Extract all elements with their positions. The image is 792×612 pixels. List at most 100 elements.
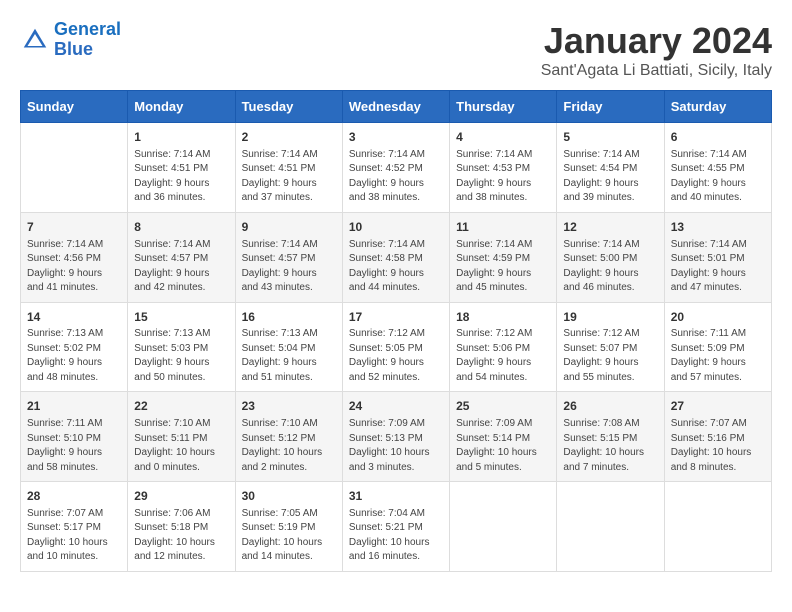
day-number: 7 — [27, 219, 121, 236]
day-info: Sunrise: 7:14 AM Sunset: 4:51 PM Dayligh… — [134, 148, 228, 206]
week-row-5: 28 Sunrise: 7:07 AM Sunset: 5:17 PM Dayli… — [21, 482, 772, 572]
day-number: 5 — [563, 129, 657, 146]
day-number: 2 — [242, 129, 336, 146]
day-info: Sunrise: 7:14 AM Sunset: 4:55 PM Dayligh… — [671, 148, 765, 206]
calendar-cell: 22Sunrise: 7:10 AM Sunset: 5:11 PM Dayli… — [128, 392, 235, 482]
day-number: 26 — [563, 398, 657, 415]
day-number: 24 — [349, 398, 443, 415]
calendar-cell: 28 Sunrise: 7:07 AM Sunset: 5:17 PM Dayli… — [21, 482, 128, 572]
day-number: 28 — [27, 488, 121, 505]
calendar-cell — [664, 482, 771, 572]
calendar-cell: 4 Sunrise: 7:14 AM Sunset: 4:53 PM Daylig… — [450, 123, 557, 213]
day-number: 9 — [242, 219, 336, 236]
calendar-cell: 31 Sunrise: 7:04 AM Sunset: 5:21 PM Dayli… — [342, 482, 449, 572]
day-info: Sunrise: 7:09 AM Sunset: 5:13 PM Dayligh… — [349, 417, 443, 475]
calendar-cell: 19Sunrise: 7:12 AM Sunset: 5:07 PM Dayli… — [557, 302, 664, 392]
day-info: Sunrise: 7:14 AM Sunset: 4:56 PM Dayligh… — [27, 238, 121, 296]
calendar-cell: 21Sunrise: 7:11 AM Sunset: 5:10 PM Dayli… — [21, 392, 128, 482]
calendar-cell: 24 Sunrise: 7:09 AM Sunset: 5:13 PM Dayli… — [342, 392, 449, 482]
day-info: Sunrise: 7:14 AM Sunset: 4:57 PM Dayligh… — [134, 238, 228, 296]
day-number: 31 — [349, 488, 443, 505]
day-info: Sunrise: 7:14 AM Sunset: 4:52 PM Dayligh… — [349, 148, 443, 206]
day-info: Sunrise: 7:13 AM Sunset: 5:02 PM Dayligh… — [27, 327, 121, 385]
logo-icon — [20, 25, 50, 55]
day-number: 4 — [456, 129, 550, 146]
header: General Blue January 2024 Sant'Agata Li … — [20, 20, 772, 80]
header-monday: Monday — [128, 91, 235, 123]
day-number: 20 — [671, 309, 765, 326]
header-saturday: Saturday — [664, 91, 771, 123]
calendar-cell — [557, 482, 664, 572]
calendar-cell: 20Sunrise: 7:11 AM Sunset: 5:09 PM Dayli… — [664, 302, 771, 392]
day-number: 12 — [563, 219, 657, 236]
header-sunday: Sunday — [21, 91, 128, 123]
day-number: 21 — [27, 398, 121, 415]
day-info: Sunrise: 7:14 AM Sunset: 4:54 PM Dayligh… — [563, 148, 657, 206]
day-number: 8 — [134, 219, 228, 236]
day-info: Sunrise: 7:05 AM Sunset: 5:19 PM Dayligh… — [242, 507, 336, 565]
day-number: 16 — [242, 309, 336, 326]
day-number: 1 — [134, 129, 228, 146]
day-info: Sunrise: 7:13 AM Sunset: 5:03 PM Dayligh… — [134, 327, 228, 385]
header-wednesday: Wednesday — [342, 91, 449, 123]
calendar-cell: 23 Sunrise: 7:10 AM Sunset: 5:12 PM Dayli… — [235, 392, 342, 482]
calendar-cell — [450, 482, 557, 572]
day-number: 25 — [456, 398, 550, 415]
logo-line1: General — [54, 19, 121, 39]
logo-line2: Blue — [54, 39, 93, 59]
day-info: Sunrise: 7:10 AM Sunset: 5:12 PM Dayligh… — [242, 417, 336, 475]
calendar-cell: 10 Sunrise: 7:14 AM Sunset: 4:58 PM Dayli… — [342, 212, 449, 302]
day-info: Sunrise: 7:14 AM Sunset: 5:00 PM Dayligh… — [563, 238, 657, 296]
week-row-3: 14Sunrise: 7:13 AM Sunset: 5:02 PM Dayli… — [21, 302, 772, 392]
day-number: 17 — [349, 309, 443, 326]
day-info: Sunrise: 7:07 AM Sunset: 5:17 PM Dayligh… — [27, 507, 121, 565]
calendar-cell: 8 Sunrise: 7:14 AM Sunset: 4:57 PM Daylig… — [128, 212, 235, 302]
calendar-cell: 18Sunrise: 7:12 AM Sunset: 5:06 PM Dayli… — [450, 302, 557, 392]
day-info: Sunrise: 7:14 AM Sunset: 4:53 PM Dayligh… — [456, 148, 550, 206]
calendar-header-row: SundayMondayTuesdayWednesdayThursdayFrid… — [21, 91, 772, 123]
day-number: 11 — [456, 219, 550, 236]
calendar-cell: 3Sunrise: 7:14 AM Sunset: 4:52 PM Daylig… — [342, 123, 449, 213]
subtitle: Sant'Agata Li Battiati, Sicily, Italy — [541, 62, 772, 80]
calendar-cell: 12 Sunrise: 7:14 AM Sunset: 5:00 PM Dayli… — [557, 212, 664, 302]
calendar-cell: 2 Sunrise: 7:14 AM Sunset: 4:51 PM Daylig… — [235, 123, 342, 213]
calendar-cell: 26Sunrise: 7:08 AM Sunset: 5:15 PM Dayli… — [557, 392, 664, 482]
day-number: 10 — [349, 219, 443, 236]
title-area: January 2024 Sant'Agata Li Battiati, Sic… — [541, 20, 772, 80]
day-info: Sunrise: 7:13 AM Sunset: 5:04 PM Dayligh… — [242, 327, 336, 385]
day-info: Sunrise: 7:14 AM Sunset: 4:57 PM Dayligh… — [242, 238, 336, 296]
week-row-1: 1 Sunrise: 7:14 AM Sunset: 4:51 PM Daylig… — [21, 123, 772, 213]
calendar-cell — [21, 123, 128, 213]
day-number: 27 — [671, 398, 765, 415]
day-info: Sunrise: 7:12 AM Sunset: 5:05 PM Dayligh… — [349, 327, 443, 385]
calendar-cell: 15Sunrise: 7:13 AM Sunset: 5:03 PM Dayli… — [128, 302, 235, 392]
calendar-cell: 25Sunrise: 7:09 AM Sunset: 5:14 PM Dayli… — [450, 392, 557, 482]
main-title: January 2024 — [541, 20, 772, 62]
header-thursday: Thursday — [450, 91, 557, 123]
day-number: 14 — [27, 309, 121, 326]
day-info: Sunrise: 7:07 AM Sunset: 5:16 PM Dayligh… — [671, 417, 765, 475]
day-number: 15 — [134, 309, 228, 326]
day-number: 6 — [671, 129, 765, 146]
calendar-table: SundayMondayTuesdayWednesdayThursdayFrid… — [20, 90, 772, 572]
calendar-cell: 27 Sunrise: 7:07 AM Sunset: 5:16 PM Dayli… — [664, 392, 771, 482]
logo-text: General Blue — [54, 20, 121, 60]
day-info: Sunrise: 7:14 AM Sunset: 4:58 PM Dayligh… — [349, 238, 443, 296]
logo: General Blue — [20, 20, 121, 60]
day-info: Sunrise: 7:12 AM Sunset: 5:06 PM Dayligh… — [456, 327, 550, 385]
day-number: 30 — [242, 488, 336, 505]
day-info: Sunrise: 7:04 AM Sunset: 5:21 PM Dayligh… — [349, 507, 443, 565]
calendar-cell: 30 Sunrise: 7:05 AM Sunset: 5:19 PM Dayli… — [235, 482, 342, 572]
day-info: Sunrise: 7:14 AM Sunset: 4:51 PM Dayligh… — [242, 148, 336, 206]
day-info: Sunrise: 7:10 AM Sunset: 5:11 PM Dayligh… — [134, 417, 228, 475]
calendar-cell: 29Sunrise: 7:06 AM Sunset: 5:18 PM Dayli… — [128, 482, 235, 572]
day-info: Sunrise: 7:14 AM Sunset: 5:01 PM Dayligh… — [671, 238, 765, 296]
header-tuesday: Tuesday — [235, 91, 342, 123]
week-row-2: 7 Sunrise: 7:14 AM Sunset: 4:56 PM Daylig… — [21, 212, 772, 302]
header-friday: Friday — [557, 91, 664, 123]
day-info: Sunrise: 7:06 AM Sunset: 5:18 PM Dayligh… — [134, 507, 228, 565]
calendar-cell: 14Sunrise: 7:13 AM Sunset: 5:02 PM Dayli… — [21, 302, 128, 392]
week-row-4: 21Sunrise: 7:11 AM Sunset: 5:10 PM Dayli… — [21, 392, 772, 482]
day-info: Sunrise: 7:11 AM Sunset: 5:09 PM Dayligh… — [671, 327, 765, 385]
day-number: 23 — [242, 398, 336, 415]
